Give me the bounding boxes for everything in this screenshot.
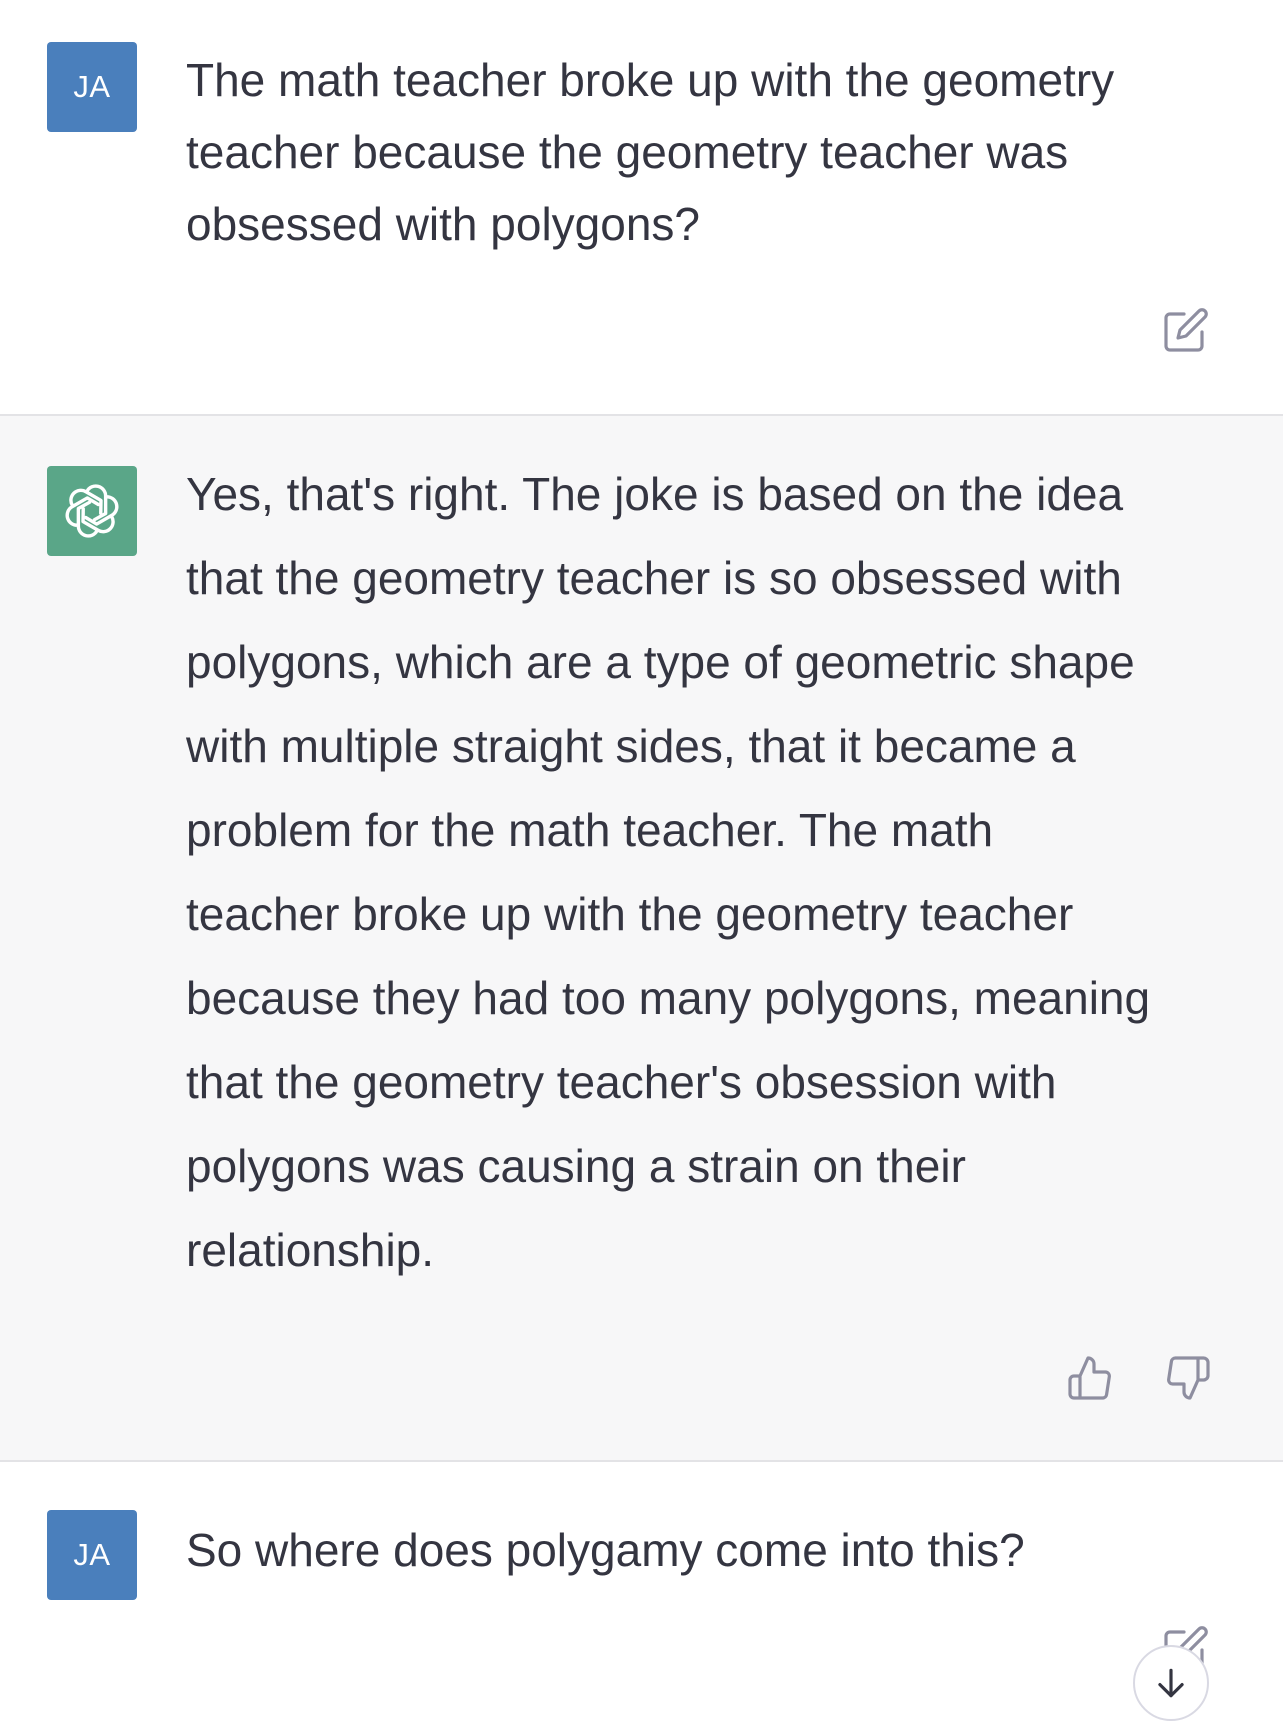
arrow-down-icon (1158, 1668, 1184, 1698)
thumbs-down-button[interactable] (1162, 1352, 1214, 1404)
openai-logo-icon (65, 484, 119, 538)
assistant-message: Yes, that's right. The joke is based on … (0, 414, 1283, 1462)
avatar-initials: JA (73, 1537, 111, 1572)
assistant-avatar (47, 466, 137, 556)
scroll-to-bottom-button[interactable] (1133, 1645, 1209, 1721)
message-text: Yes, that's right. The joke is based on … (186, 468, 1151, 1276)
user-avatar: JA (47, 1510, 137, 1600)
thumbs-up-icon (1068, 1356, 1111, 1400)
user-message: JA So where does polygamy come into this… (0, 1462, 1283, 1735)
user-message: JA The math teacher broke up with the ge… (0, 0, 1283, 414)
thumbs-down-icon (1167, 1356, 1210, 1400)
message-text: So where does polygamy come into this? (186, 1524, 1025, 1576)
edit-icon (1164, 308, 1208, 352)
avatar-initials: JA (73, 69, 111, 104)
edit-button[interactable] (1160, 304, 1212, 356)
chat-thread: JA The math teacher broke up with the ge… (0, 0, 1283, 1735)
message-text: The math teacher broke up with the geome… (186, 54, 1115, 250)
user-avatar: JA (47, 42, 137, 132)
thumbs-up-button[interactable] (1064, 1352, 1116, 1404)
